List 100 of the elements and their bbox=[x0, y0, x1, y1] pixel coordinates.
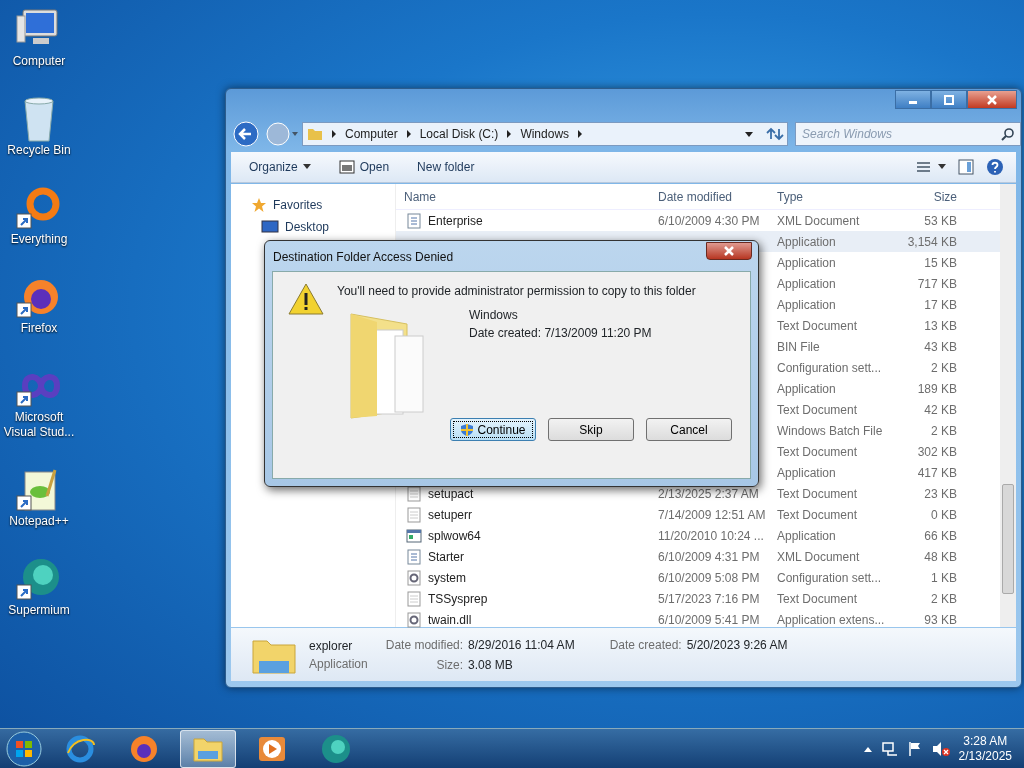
muted-speaker-icon[interactable] bbox=[930, 740, 951, 757]
file-row[interactable]: splwow64 11/20/2010 10:24 ... Application 66 KB bbox=[396, 525, 1000, 546]
column-header[interactable]: Size bbox=[897, 187, 957, 206]
taskbar-button[interactable] bbox=[180, 729, 236, 768]
scrollbar[interactable] bbox=[1000, 184, 1016, 627]
breadcrumb[interactable]: Computer bbox=[345, 125, 398, 143]
icon-label[interactable]: Everything bbox=[10, 232, 68, 247]
maximize-icon[interactable] bbox=[943, 94, 955, 105]
scroll-thumb[interactable] bbox=[1002, 484, 1014, 594]
type-cell-text: Application extens... bbox=[777, 611, 886, 629]
close-button[interactable] bbox=[706, 242, 752, 260]
file-row[interactable]: Enterprise 6/10/2009 4:30 PM XML Document 53 KB bbox=[396, 210, 1000, 231]
field-value: 8/29/2016 11:04 AM bbox=[468, 636, 575, 654]
help-icon[interactable] bbox=[986, 158, 1004, 176]
size-cell-text: 23 KB bbox=[923, 485, 957, 503]
orb-icon bbox=[320, 732, 352, 765]
size-cell-text: 43 KB bbox=[923, 338, 957, 356]
type-cell-text: Windows Batch File bbox=[777, 422, 884, 440]
size-cell-text: 42 KB bbox=[923, 401, 957, 419]
close-icon[interactable] bbox=[986, 94, 998, 105]
file-name: Enterprise bbox=[428, 212, 483, 230]
preview-pane-icon[interactable] bbox=[958, 159, 974, 175]
type-cell-text: BIN File bbox=[777, 338, 821, 356]
icon-label[interactable]: Firefox bbox=[20, 321, 58, 336]
file-row[interactable]: twain.dll 6/10/2009 5:41 PM Application extens... 93 KB bbox=[396, 609, 1000, 630]
warning-icon bbox=[287, 282, 325, 316]
size-cell-text: 13 KB bbox=[923, 317, 957, 335]
date-cell-text: 7/14/2009 12:51 AM bbox=[657, 506, 767, 524]
column-header[interactable]: Type bbox=[777, 187, 897, 206]
type-cell-text: Application bbox=[777, 233, 837, 251]
icon-label[interactable]: Recycle Bin bbox=[7, 143, 71, 158]
date-cell-text: 6/10/2009 5:41 PM bbox=[657, 611, 761, 629]
size-cell-text: 66 KB bbox=[923, 527, 957, 545]
file-row[interactable]: TSSysprep 5/17/2023 7:16 PM Text Document 2 KB bbox=[396, 588, 1000, 609]
chevron-icon bbox=[405, 129, 412, 139]
cancel-button[interactable]: Cancel bbox=[646, 418, 732, 441]
icon-label[interactable]: Supermium bbox=[8, 603, 70, 618]
desktop-icon bbox=[261, 220, 279, 234]
file-name: explorer bbox=[309, 637, 354, 655]
file-row[interactable]: Starter 6/10/2009 4:31 PM XML Document 48 KB bbox=[396, 546, 1000, 567]
organize-button[interactable]: Organize bbox=[249, 158, 311, 176]
size-cell-text: 3,154 KB bbox=[906, 233, 957, 251]
sidebar-item[interactable]: Desktop bbox=[285, 218, 330, 236]
file-name: setupact bbox=[428, 485, 474, 503]
time-text: 3:28 AM bbox=[963, 733, 1008, 749]
search-field[interactable]: Search Windows bbox=[795, 122, 1021, 146]
clock[interactable]: 3:28 AM 2/13/2025 bbox=[958, 733, 1012, 764]
address-bar[interactable]: Computer Local Disk (C:) Windows bbox=[302, 122, 788, 146]
breadcrumb[interactable]: Local Disk (C:) bbox=[419, 125, 499, 143]
file-row[interactable]: system 6/10/2009 5:08 PM Configuration sett... 1 KB bbox=[396, 567, 1000, 588]
sidebar-item[interactable]: Favorites bbox=[273, 196, 323, 214]
network-icon[interactable] bbox=[880, 740, 899, 757]
type-cell-text: Configuration sett... bbox=[777, 569, 883, 587]
folder-name: Windows bbox=[469, 307, 519, 324]
size-cell-text: 2 KB bbox=[930, 422, 957, 440]
size-cell-text: 2 KB bbox=[930, 359, 957, 377]
open-button[interactable]: Open bbox=[338, 158, 390, 176]
back-icon[interactable] bbox=[232, 120, 260, 148]
file-row[interactable]: setuperr 7/14/2009 12:51 AM Text Document 0 KB bbox=[396, 504, 1000, 525]
date-cell-text: 2/13/2025 2:37 AM bbox=[657, 485, 760, 503]
size-cell-text: 53 KB bbox=[923, 212, 957, 230]
icon-label[interactable]: Microsoft Visual Stud... bbox=[0, 410, 78, 440]
icon-label[interactable]: Notepad++ bbox=[9, 514, 69, 529]
view-list-icon[interactable] bbox=[916, 161, 946, 173]
maximize-button[interactable] bbox=[931, 90, 967, 109]
chevron-icon bbox=[506, 129, 513, 139]
type-cell-text: Application bbox=[777, 254, 837, 272]
folder-date: Date created: 7/13/2009 11:20 PM bbox=[469, 325, 652, 342]
close-button[interactable] bbox=[967, 90, 1017, 109]
column-header[interactable]: Name bbox=[396, 187, 656, 206]
skip-button[interactable]: Skip bbox=[548, 418, 634, 441]
field-value: 3.08 MB bbox=[468, 656, 514, 674]
breadcrumb[interactable]: Windows bbox=[520, 125, 570, 143]
icon-label[interactable]: Computer bbox=[12, 54, 66, 69]
field-label: Date modified: bbox=[385, 636, 464, 654]
type-cell-text: Application bbox=[777, 464, 837, 482]
file-name: twain.dll bbox=[428, 611, 472, 629]
type-cell-text: Application bbox=[777, 275, 837, 293]
flag-icon[interactable] bbox=[906, 740, 923, 757]
continue-button[interactable]: Continue bbox=[450, 418, 536, 441]
size-cell-text: 417 KB bbox=[916, 464, 957, 482]
size-cell-text: 93 KB bbox=[923, 611, 957, 629]
star-icon bbox=[251, 197, 267, 213]
document-icon bbox=[406, 506, 422, 523]
type-cell-text: Application bbox=[777, 380, 837, 398]
minimize-button[interactable] bbox=[895, 90, 931, 109]
start-button[interactable] bbox=[4, 729, 44, 768]
file-name: TSSysprep bbox=[428, 590, 488, 608]
date-cell-text: 6/10/2009 4:30 PM bbox=[657, 212, 761, 230]
dropdown-icon[interactable] bbox=[743, 129, 755, 139]
column-header[interactable]: Date modified bbox=[656, 187, 777, 206]
type-cell-text: Text Document bbox=[777, 506, 859, 524]
close-icon[interactable] bbox=[723, 246, 735, 256]
type-cell-text: XML Document bbox=[777, 548, 861, 566]
field-label: Size: bbox=[435, 656, 464, 674]
size-cell-text: 302 KB bbox=[916, 443, 957, 461]
size-cell-text: 717 KB bbox=[916, 275, 957, 293]
date-cell-text: 6/10/2009 4:31 PM bbox=[657, 548, 761, 566]
file-name: splwow64 bbox=[428, 527, 481, 545]
new-folder-button[interactable]: New folder bbox=[417, 158, 475, 176]
